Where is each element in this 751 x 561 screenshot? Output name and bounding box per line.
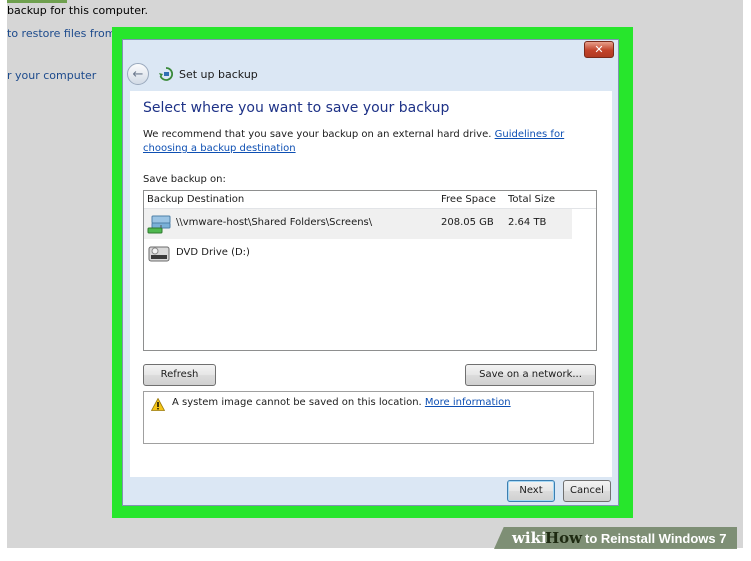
network-drive-icon xyxy=(147,215,171,234)
save-backup-on-label: Save backup on: xyxy=(143,174,226,185)
dvd-drive-icon xyxy=(148,246,170,262)
page-heading: Select where you want to save your backu… xyxy=(143,100,450,116)
column-header-destination[interactable]: Backup Destination xyxy=(147,194,244,205)
back-arrow-icon: ← xyxy=(132,66,144,82)
wikihow-watermark: wiki How to Reinstall Windows 7 xyxy=(494,527,737,549)
destination-total-size: 2.64 TB xyxy=(508,217,547,228)
warning-message: A system image cannot be saved on this l… xyxy=(172,397,511,408)
background-restore-link[interactable]: to restore files from xyxy=(7,27,116,40)
destination-row-dvd[interactable]: DVD Drive (D:) xyxy=(144,239,572,269)
destination-name: DVD Drive (D:) xyxy=(176,247,250,258)
save-on-network-button[interactable]: Save on a network... xyxy=(465,364,596,386)
recommendation-sentence: We recommend that you save your backup o… xyxy=(143,129,492,140)
warning-text: A system image cannot be saved on this l… xyxy=(172,397,422,408)
back-button[interactable]: ← xyxy=(127,63,149,85)
recommendation-text: We recommend that you save your backup o… xyxy=(143,128,607,156)
destination-name: \\vmware-host\Shared Folders\Screens\ xyxy=(176,217,373,228)
destination-row-network[interactable]: \\vmware-host\Shared Folders\Screens\ 20… xyxy=(144,209,572,239)
dialog-title: Set up backup xyxy=(179,67,258,81)
watermark-how: How xyxy=(545,529,583,547)
setup-backup-dialog: ✕ ← Set up backup Select where you want … xyxy=(122,39,619,506)
close-button[interactable]: ✕ xyxy=(584,41,614,58)
refresh-button[interactable]: Refresh xyxy=(143,364,216,386)
background-computer-link[interactable]: r your computer xyxy=(7,69,96,82)
cancel-button[interactable]: Cancel xyxy=(563,480,611,502)
warning-icon xyxy=(151,398,165,411)
list-header: Backup Destination Free Space Total Size xyxy=(144,191,596,209)
next-button[interactable]: Next xyxy=(507,480,555,502)
column-header-free-space[interactable]: Free Space xyxy=(441,194,496,205)
dialog-title-bar: ← Set up backup xyxy=(127,62,258,86)
destination-free-space: 208.05 GB xyxy=(441,217,494,228)
background-text: backup for this computer. xyxy=(7,4,148,17)
background-accent-bar xyxy=(7,0,67,3)
backup-destination-list[interactable]: Backup Destination Free Space Total Size… xyxy=(143,190,597,351)
watermark-wiki: wiki xyxy=(512,529,547,547)
warning-box: A system image cannot be saved on this l… xyxy=(143,391,594,444)
dialog-content: Select where you want to save your backu… xyxy=(130,91,612,477)
watermark-title: to Reinstall Windows 7 xyxy=(585,531,727,546)
backup-icon xyxy=(159,67,173,81)
column-header-total-size[interactable]: Total Size xyxy=(508,194,555,205)
more-information-link[interactable]: More information xyxy=(425,397,511,408)
